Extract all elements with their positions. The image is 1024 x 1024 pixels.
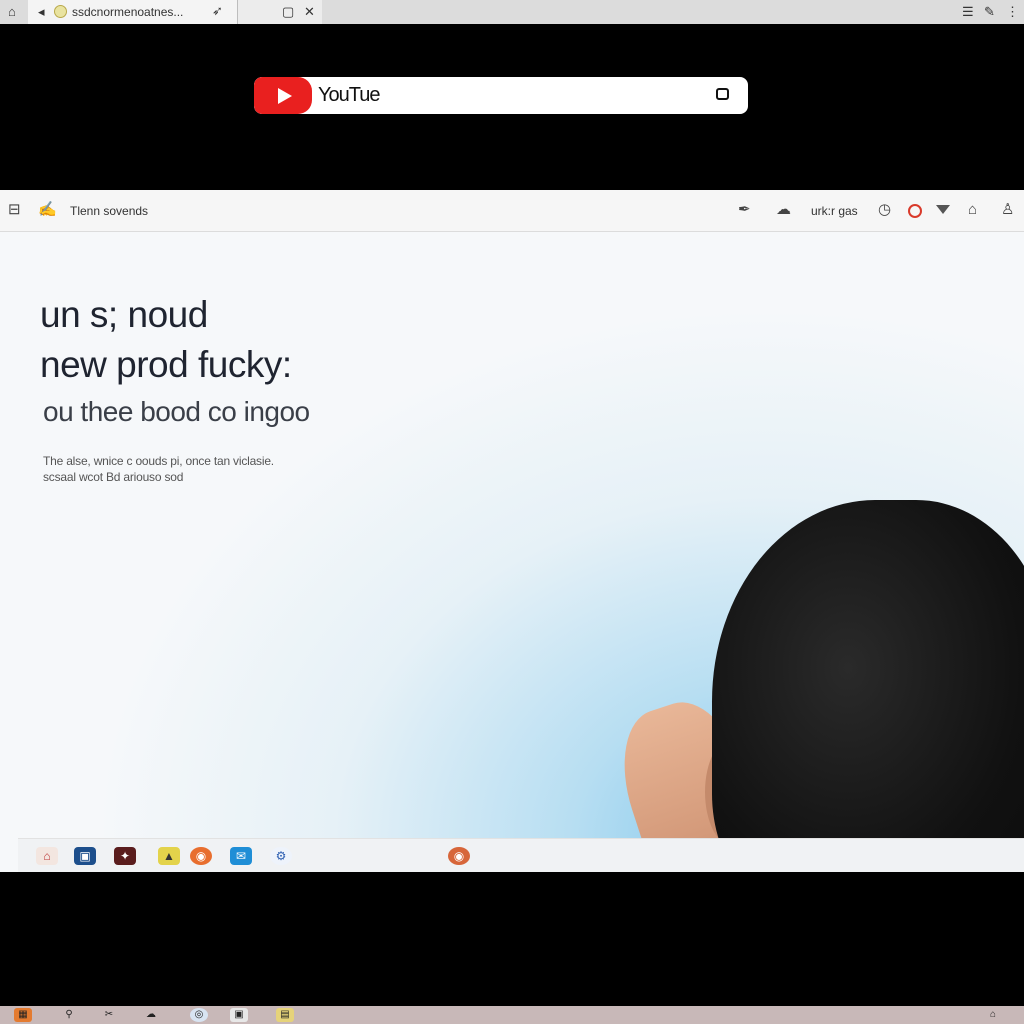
back-icon[interactable]: ◂: [38, 3, 45, 21]
menu-icon[interactable]: ☰: [962, 3, 974, 21]
tray-icon[interactable]: ⌂: [984, 1008, 1002, 1022]
tools-icon[interactable]: ✂: [100, 1008, 118, 1022]
browser-tab[interactable]: ◂ ssdcnormenoatnes... ➶: [28, 0, 238, 24]
pen-icon[interactable]: ✍: [38, 201, 57, 219]
browser-app-icon[interactable]: ◉: [448, 847, 470, 865]
app-window: ⊟ ✍ Tlenn sovends ✒ ☁ urk:r gas ◷ ⌂ ♙ un…: [0, 190, 1024, 872]
os-taskbar: ▦ ⚲ ✂ ☁ ◎ ▣ ▤ ⌂: [0, 1006, 1024, 1024]
edge-icon[interactable]: ◎: [190, 1008, 208, 1022]
youtube-logo[interactable]: [254, 77, 312, 114]
mail-icon[interactable]: ✉: [230, 847, 252, 865]
clock-icon[interactable]: ◷: [878, 201, 891, 219]
window-toolbar: ⊟ ✍ Tlenn sovends ✒ ☁ urk:r gas ◷ ⌂ ♙: [0, 190, 1024, 232]
tab-title: ssdcnormenoatnes...: [72, 5, 184, 19]
search-icon[interactable]: ⚲: [60, 1008, 78, 1022]
cast-icon[interactable]: [716, 88, 729, 100]
window-icon[interactable]: ⊟: [8, 201, 21, 219]
toolbar-right-label[interactable]: urk:r gas: [811, 204, 858, 218]
main-content: un s; noud new prod fucky: ou thee bood …: [0, 232, 1024, 872]
toolbar-left-label[interactable]: Tlenn sovends: [70, 204, 148, 218]
play-icon: [278, 88, 292, 104]
youtube-search-bar[interactable]: YouTue: [254, 77, 748, 114]
new-tab-icon[interactable]: ▢: [282, 3, 294, 21]
youtube-wordmark: YouTue: [318, 84, 380, 106]
photo-icon[interactable]: ▣: [74, 847, 96, 865]
close-icon[interactable]: ✕: [304, 3, 315, 21]
browser-tab-strip: ⌂ ◂ ssdcnormenoatnes... ➶ ▢ ✕ ☰ ✎ ⋮: [0, 0, 1024, 24]
headline-line-1: un s; noud: [40, 294, 208, 335]
media-icon[interactable]: ✦: [114, 847, 136, 865]
home-icon[interactable]: ⌂: [8, 3, 16, 21]
more-icon[interactable]: ⋮: [1006, 3, 1019, 21]
window-taskbar: ⌂ ▣ ✦ ▲ ◉ ✉ ⚙ ◉: [18, 838, 1024, 872]
subheadline: ou thee bood co ingoo: [43, 396, 310, 427]
caret-down-icon[interactable]: [936, 205, 950, 214]
new-tab-area[interactable]: ▢ ✕: [238, 0, 322, 24]
files-icon[interactable]: ▤: [276, 1008, 294, 1022]
store-icon[interactable]: ⌂: [36, 847, 58, 865]
cloud-icon[interactable]: ☁: [776, 201, 791, 219]
user-icon[interactable]: ♙: [1001, 201, 1014, 219]
apps-icon[interactable]: ▣: [230, 1008, 248, 1022]
record-icon[interactable]: [908, 204, 922, 218]
headline-line-2: new prod fucky:: [40, 344, 292, 385]
cloud-icon[interactable]: ☁: [142, 1008, 160, 1022]
body-text-2: scsaal wcot Bd ariouso sod: [43, 470, 184, 484]
lock-icon[interactable]: ⌂: [968, 201, 977, 219]
person-head: [712, 500, 1024, 872]
start-icon[interactable]: ▦: [14, 1008, 32, 1022]
chrome-icon[interactable]: ◉: [190, 847, 212, 865]
brush-icon[interactable]: ✒: [738, 201, 751, 219]
body-text-1: The alse, wnice c oouds pi, once tan vic…: [43, 454, 274, 468]
pen-icon[interactable]: ✎: [984, 3, 995, 21]
tab-favicon: [54, 5, 67, 18]
settings-icon[interactable]: ⚙: [270, 847, 292, 865]
folder-icon[interactable]: ▲: [158, 847, 180, 865]
pin-icon[interactable]: ➶: [212, 3, 223, 19]
